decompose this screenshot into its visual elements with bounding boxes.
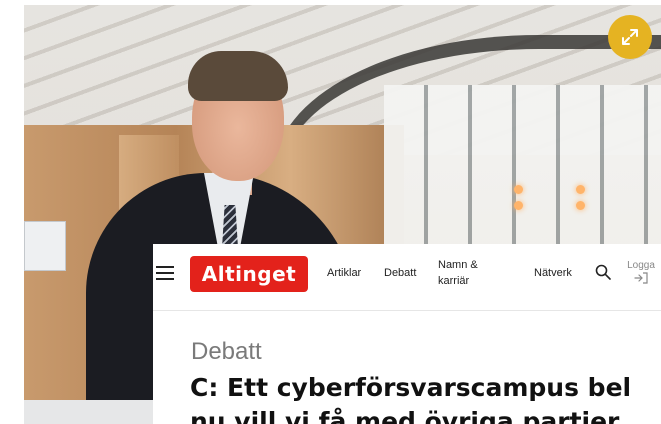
login-arrow-icon [634,272,648,284]
floor-rail [24,400,174,424]
login-button[interactable]: Logga [623,260,659,287]
headline-line-1: C: Ett cyberförsvarscampus bel [190,373,632,402]
site-header: Altinget Artiklar Debatt Namn & karriär … [153,244,661,311]
article-panel: Altinget Artiklar Debatt Namn & karriär … [153,244,661,424]
search-icon[interactable] [595,264,611,280]
sign-board [24,221,66,271]
altinget-logo[interactable]: Altinget [190,256,308,292]
nav-item-debatt[interactable]: Debatt [384,267,416,279]
person-hair [188,51,288,101]
window-band [384,85,661,255]
nav-item-namn-karriar[interactable]: Namn & karriär [438,257,488,289]
article-headline: C: Ett cyberförsvarscampus bel nu vill v… [190,371,661,424]
article-section-label: Debatt [191,338,262,365]
login-label: Logga [627,260,655,271]
headline-line-2: nu vill vi få med övriga partier [190,407,620,424]
expand-arrows-icon [622,29,638,45]
nav-item-natverk[interactable]: Nätverk [534,267,572,279]
expand-image-button[interactable] [608,15,652,59]
nav-item-artiklar[interactable]: Artiklar [327,267,361,279]
hamburger-menu-icon[interactable] [156,266,174,280]
